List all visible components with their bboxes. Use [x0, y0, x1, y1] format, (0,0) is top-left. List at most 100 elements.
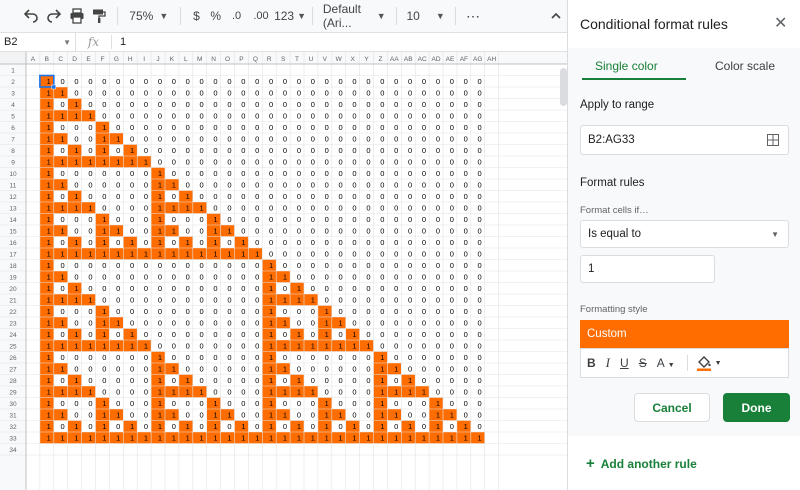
row-header[interactable]: 30	[9, 401, 17, 408]
close-icon[interactable]: ✕	[774, 13, 787, 33]
cancel-button[interactable]: Cancel	[634, 393, 710, 422]
column-header[interactable]: AC	[418, 56, 427, 63]
row-header[interactable]: 4	[11, 102, 15, 109]
column-header[interactable]: M	[197, 56, 202, 63]
row-header[interactable]: 23	[9, 321, 17, 328]
fill-color-button[interactable]: ▼	[696, 355, 722, 371]
column-header[interactable]: T	[295, 56, 299, 63]
underline-button[interactable]: U	[620, 356, 629, 370]
column-header[interactable]: X	[350, 56, 355, 63]
row-header[interactable]: 29	[9, 390, 17, 397]
italic-button[interactable]: I	[606, 355, 610, 371]
column-header[interactable]: S	[281, 56, 286, 63]
grid-select-icon[interactable]	[767, 134, 779, 146]
row-header[interactable]: 26	[9, 355, 17, 362]
row-header[interactable]: 5	[11, 114, 15, 121]
select-all-corner[interactable]	[0, 52, 26, 64]
formula-input[interactable]: 1	[112, 36, 126, 48]
column-header[interactable]: Q	[253, 56, 258, 63]
condition-select[interactable]: Is equal to ▼	[580, 220, 789, 248]
fill-handle[interactable]	[51, 84, 57, 90]
column-header[interactable]: J	[156, 56, 159, 63]
column-header[interactable]: R	[267, 56, 272, 63]
row-header[interactable]: 17	[9, 252, 17, 259]
row-header[interactable]: 25	[9, 344, 17, 351]
add-another-rule-button[interactable]: + Add another rule	[586, 455, 703, 472]
row-header[interactable]: 7	[11, 137, 15, 144]
range-input[interactable]: B2:AG33	[580, 125, 789, 155]
row-header[interactable]: 15	[9, 229, 17, 236]
condition-value-input[interactable]: 1	[580, 255, 715, 283]
column-header[interactable]: Y	[364, 56, 369, 63]
formatting-style-select[interactable]: Custom	[580, 320, 789, 348]
column-header[interactable]: U	[309, 56, 314, 63]
column-header[interactable]: AH	[487, 56, 496, 63]
row-header[interactable]: 33	[9, 436, 17, 443]
row-header[interactable]: 31	[9, 413, 17, 420]
column-header[interactable]: AF	[460, 56, 468, 63]
redo-button[interactable]	[43, 4, 66, 28]
spreadsheet-grid[interactable]: A B C D E F G H I J K L M N O P Q R S T U V W X Y Z AA AB AC AD AE AF AG…	[0, 52, 567, 490]
row-header[interactable]: 12	[9, 194, 17, 201]
column-header[interactable]: AE	[446, 56, 455, 63]
font-size-select[interactable]: 10 ▼	[403, 4, 449, 28]
column-header[interactable]: D	[72, 56, 77, 63]
number-format-select[interactable]: 123 ▼	[274, 4, 306, 28]
increase-decimal-button[interactable]: .00	[248, 4, 274, 28]
zoom-select[interactable]: 75% ▼	[124, 4, 175, 28]
column-header[interactable]: AA	[390, 56, 399, 63]
row-header[interactable]: 13	[9, 206, 17, 213]
row-header[interactable]: 19	[9, 275, 17, 282]
row-header[interactable]: 32	[9, 424, 17, 431]
tab-single-color[interactable]: Single color	[595, 59, 658, 73]
column-header[interactable]: AB	[404, 56, 413, 63]
name-box[interactable]: B2 ▼	[0, 33, 76, 51]
currency-button[interactable]: $	[187, 4, 206, 28]
column-header[interactable]: W	[336, 56, 343, 63]
column-header[interactable]: L	[184, 56, 188, 63]
column-header[interactable]: H	[128, 56, 133, 63]
column-header[interactable]: B	[45, 56, 49, 63]
column-header[interactable]: E	[86, 56, 91, 63]
column-header[interactable]: O	[225, 56, 230, 63]
row-header[interactable]: 6	[11, 125, 15, 132]
column-header[interactable]: Z	[378, 56, 382, 63]
done-button[interactable]: Done	[723, 393, 790, 422]
column-header[interactable]: I	[143, 56, 145, 63]
print-button[interactable]	[65, 4, 88, 28]
row-header[interactable]: 18	[9, 263, 17, 270]
row-header[interactable]: 8	[11, 148, 15, 155]
column-header[interactable]: A	[31, 56, 36, 63]
undo-button[interactable]	[20, 4, 43, 28]
paint-format-button[interactable]	[88, 4, 111, 28]
bold-button[interactable]: B	[587, 356, 596, 370]
column-header[interactable]: AD	[432, 56, 441, 63]
row-header[interactable]: 28	[9, 378, 17, 385]
row-header[interactable]: 20	[9, 286, 17, 293]
row-header[interactable]: 14	[9, 217, 17, 224]
row-header[interactable]: 10	[9, 171, 17, 178]
row-header[interactable]: 27	[9, 367, 17, 374]
font-select[interactable]: Default (Ari... ▼	[319, 2, 390, 30]
column-header[interactable]: F	[100, 56, 104, 63]
row-header[interactable]: 24	[9, 332, 17, 339]
column-header[interactable]: AG	[473, 56, 482, 63]
row-header[interactable]: 9	[11, 160, 15, 167]
strikethrough-button[interactable]: S	[639, 356, 647, 370]
column-header[interactable]: K	[170, 56, 175, 63]
column-header[interactable]: N	[211, 56, 216, 63]
row-header[interactable]: 11	[10, 183, 17, 190]
row-header[interactable]: 16	[9, 240, 17, 247]
collapse-toolbar-button[interactable]	[544, 4, 567, 28]
column-header[interactable]: G	[114, 56, 119, 63]
row-header[interactable]: 34	[9, 447, 17, 454]
decrease-decimal-button[interactable]: .0	[225, 4, 248, 28]
text-color-button[interactable]: A ▼	[657, 356, 675, 370]
row-header[interactable]: 3	[11, 91, 15, 98]
tab-color-scale[interactable]: Color scale	[715, 59, 775, 73]
percent-button[interactable]: %	[206, 4, 225, 28]
panel-scrollbar[interactable]	[560, 68, 567, 106]
row-header[interactable]: 21	[9, 298, 17, 305]
column-header[interactable]: P	[239, 56, 243, 63]
column-header[interactable]: V	[323, 56, 328, 63]
